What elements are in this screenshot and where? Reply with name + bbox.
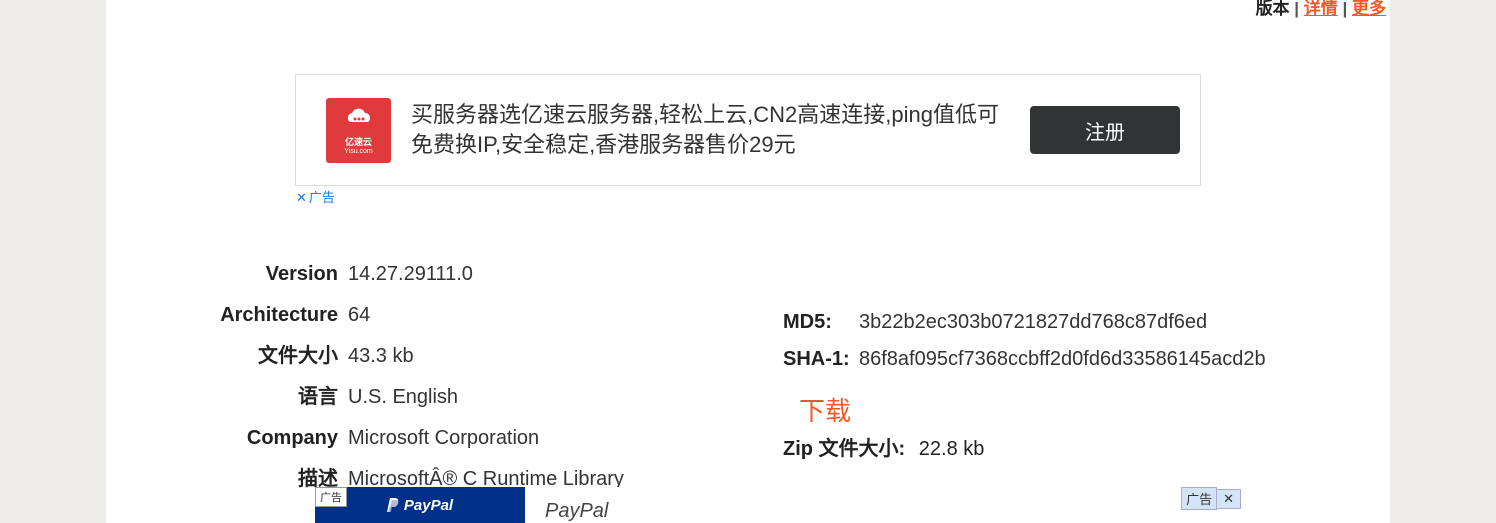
label-version: Version: [106, 257, 348, 292]
ad-logo-sub: Yisu.com: [344, 148, 373, 155]
label-architecture: Architecture: [106, 298, 348, 333]
ad-close-controls: 广告 ✕: [1181, 487, 1241, 510]
label-filesize: 文件大小: [106, 339, 348, 374]
separator: |: [1343, 0, 1352, 18]
paypal-icon: [387, 497, 401, 513]
ad-tag: 广告: [315, 487, 347, 507]
ad-close-tag: 广告: [1181, 487, 1217, 510]
row-company: Company Microsoft Corporation: [106, 421, 783, 456]
paypal-logo: PayPal: [387, 497, 453, 514]
file-details: Version 14.27.29111.0 Architecture 64 文件…: [106, 257, 1390, 503]
row-sha1: SHA-1: 86f8af095cf7368ccbff2d0fd6d335861…: [783, 342, 1390, 377]
value-md5: 3b22b2ec303b0721827dd768c87df6ed: [859, 305, 1207, 340]
value-zip-filesize: 22.8 kb: [919, 438, 985, 460]
row-md5: MD5: 3b22b2ec303b0721827dd768c87df6ed: [783, 305, 1390, 340]
ad-logo-text: 亿速云: [345, 135, 372, 148]
row-version: Version 14.27.29111.0: [106, 257, 783, 292]
row-language: 语言 U.S. English: [106, 380, 783, 415]
ad-logo: 亿速云 Yisu.com: [326, 98, 391, 163]
ad-marker[interactable]: ✕广告: [296, 185, 335, 206]
cloud-icon: [344, 105, 374, 133]
ad-banner-top[interactable]: 亿速云 Yisu.com 买服务器选亿速云服务器,轻松上云,CN2高速连接,pi…: [295, 74, 1201, 186]
label-language: 语言: [106, 380, 348, 415]
value-architecture: 64: [348, 298, 370, 333]
ad-bottom-title: PayPal: [525, 487, 1131, 523]
page-container: 版本 | 详情 | 更多 亿速云 Yisu.com 买服务器选亿速云服务器,轻松…: [106, 0, 1390, 523]
row-zip-filesize: Zip 文件大小: 22.8 kb: [783, 434, 1390, 464]
label-zip-filesize: Zip 文件大小:: [783, 438, 905, 460]
row-architecture: Architecture 64: [106, 298, 783, 333]
top-prefix: 版本: [1256, 0, 1290, 18]
row-filesize: 文件大小 43.3 kb: [106, 339, 783, 374]
top-filter-links: 版本 | 详情 | 更多: [1256, 0, 1386, 19]
separator: |: [1294, 0, 1303, 18]
details-left-column: Version 14.27.29111.0 Architecture 64 文件…: [106, 257, 783, 503]
label-md5: MD5:: [783, 305, 859, 340]
ad-register-button[interactable]: 注册: [1030, 106, 1180, 154]
label-description: 描述: [106, 462, 348, 497]
ad-banner-bottom[interactable]: 广告 PayPal PayPal 广告 ✕: [315, 487, 1131, 523]
link-details[interactable]: 详情: [1304, 0, 1338, 18]
value-filesize: 43.3 kb: [348, 339, 414, 374]
details-right-column: MD5: 3b22b2ec303b0721827dd768c87df6ed SH…: [783, 257, 1390, 503]
value-version: 14.27.29111.0: [348, 257, 473, 292]
label-company: Company: [106, 421, 348, 456]
link-more[interactable]: 更多: [1352, 0, 1386, 18]
ad-text: 买服务器选亿速云服务器,轻松上云,CN2高速连接,ping值低可免费换IP,安全…: [411, 100, 1010, 159]
spacer: [783, 257, 1390, 305]
ad-marker-text: 广告: [309, 190, 335, 205]
value-language: U.S. English: [348, 380, 458, 415]
close-icon[interactable]: ✕: [1217, 489, 1241, 509]
value-company: Microsoft Corporation: [348, 421, 539, 456]
ad-bottom-left: 广告 PayPal: [315, 487, 525, 523]
label-sha1: SHA-1:: [783, 342, 859, 377]
close-icon[interactable]: ✕: [296, 190, 307, 205]
download-header: 下载: [799, 391, 1390, 428]
value-sha1: 86f8af095cf7368ccbff2d0fd6d33586145acd2b: [859, 342, 1266, 377]
